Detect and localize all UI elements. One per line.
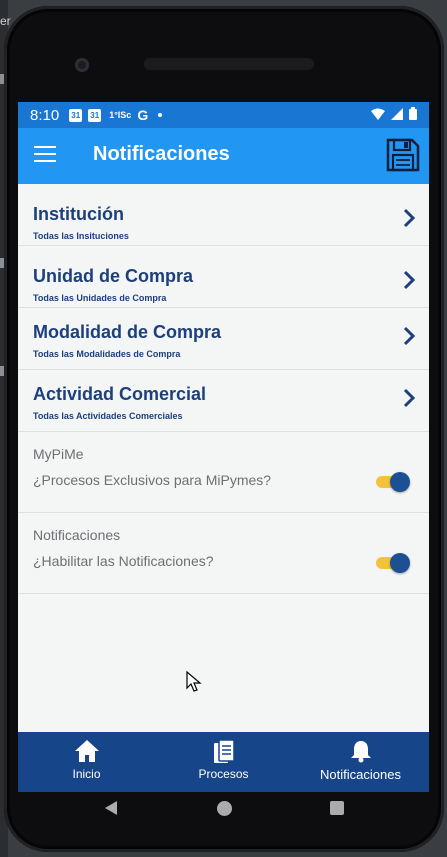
earpiece-speaker [144, 58, 314, 70]
menu-button[interactable] [34, 146, 56, 164]
row-title: Actividad Comercial [33, 384, 207, 404]
mipymes-switch[interactable] [376, 472, 410, 492]
status-bar: 8:10 31 31 1°ISc G [18, 102, 429, 128]
toggle-row-mypime: MyPiMe ¿Procesos Exclusivos para MiPymes… [18, 432, 429, 513]
page-title: Notificaciones [93, 143, 230, 165]
app-bar: Notificaciones [18, 128, 429, 184]
row-title: Institución [33, 204, 124, 224]
wifi-icon [371, 108, 385, 120]
app-screen: 8:10 31 31 1°ISc G Notificaciones Instit… [18, 102, 429, 792]
tab-notificaciones[interactable]: Notificaciones [292, 732, 429, 792]
home-button-icon[interactable] [217, 801, 232, 816]
filter-row-actividad-comercial[interactable]: Actividad Comercial Todas las Actividade… [18, 370, 429, 432]
tab-label: Inicio [72, 767, 101, 781]
documents-icon [213, 739, 235, 763]
tab-procesos[interactable]: Procesos [155, 732, 292, 792]
ide-partial-text: er [0, 14, 11, 28]
filter-row-institucion[interactable]: Institución Todas las Insituciones [18, 184, 429, 246]
bell-icon [350, 741, 371, 763]
row-title: Modalidad de Compra [33, 322, 222, 342]
filter-row-unidad-compra[interactable]: Unidad de Compra Todas las Unidades de C… [18, 246, 429, 308]
status-notification-text: 1°ISc [109, 110, 132, 120]
toggle-question: ¿Habilitar las Notificaciones? [33, 553, 214, 569]
chevron-right-icon [403, 208, 415, 228]
row-subtitle: Todas las Actividades Comerciales [33, 411, 183, 421]
chevron-right-icon [403, 326, 415, 346]
row-subtitle: Todas las Insituciones [33, 231, 129, 241]
front-camera [75, 58, 89, 72]
calendar-icon: 31 [69, 108, 83, 122]
recent-apps-icon[interactable] [330, 801, 344, 815]
calendar-icon: 31 [88, 108, 102, 122]
signal-icon [391, 107, 403, 120]
row-subtitle: Todas las Modalidades de Compra [33, 349, 181, 359]
bottom-navigation: Inicio Procesos Notificaciones [18, 732, 429, 792]
home-icon [74, 740, 99, 762]
toggle-row-notificaciones: Notificaciones ¿Habilitar las Notificaci… [18, 513, 429, 594]
toggle-question: ¿Procesos Exclusivos para MiPymes? [33, 472, 272, 488]
mouse-cursor-icon [186, 671, 202, 692]
hamburger-menu-icon [34, 146, 56, 148]
battery-icon [409, 107, 417, 120]
chevron-right-icon [403, 388, 415, 408]
tab-label: Procesos [198, 767, 249, 781]
google-icon: G [137, 107, 149, 123]
tab-label: Notificaciones [320, 767, 401, 782]
chevron-right-icon [403, 270, 415, 290]
settings-list: Institución Todas las Insituciones Unida… [18, 184, 429, 594]
notifications-switch[interactable] [376, 553, 410, 573]
row-title: Unidad de Compra [33, 266, 194, 286]
back-icon[interactable] [104, 800, 118, 816]
row-subtitle: Todas las Unidades de Compra [33, 293, 167, 303]
toggle-section-label: Notificaciones [33, 527, 121, 543]
filter-row-modalidad-compra[interactable]: Modalidad de Compra Todas las Modalidade… [18, 308, 429, 370]
notification-dot-icon [158, 113, 163, 117]
floppy-disk-icon[interactable] [385, 137, 421, 173]
toggle-section-label: MyPiMe [33, 446, 84, 462]
tab-inicio[interactable]: Inicio [18, 732, 155, 792]
status-time: 8:10 [30, 106, 60, 124]
